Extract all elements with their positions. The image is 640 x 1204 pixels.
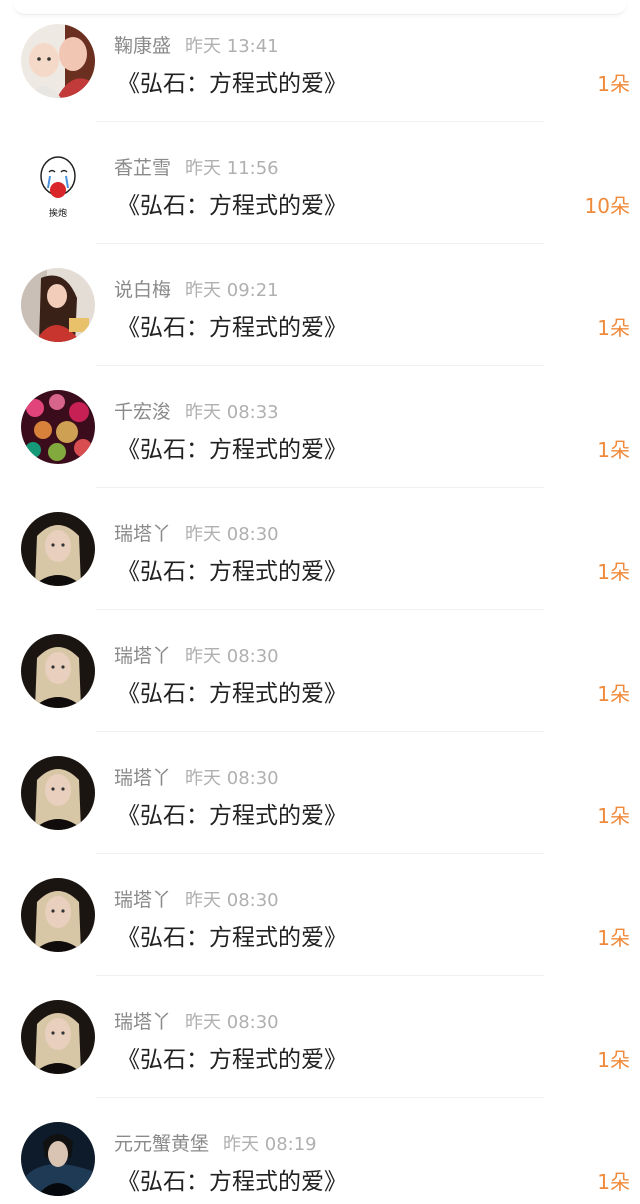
user-name[interactable]: 香芷雪 昨天 11:56 — [114, 153, 279, 180]
gift-count: 10朵 — [584, 194, 630, 218]
list-item[interactable]: 瑞塔丫 昨天 08:30 《弘石：方程式的爱》 1朵 — [0, 976, 640, 1098]
timestamp: 昨天 08:30 — [185, 890, 279, 911]
user-name-text: 瑞塔丫 — [114, 523, 172, 545]
gift-count: 1朵 — [597, 682, 630, 706]
user-name-text: 瑞塔丫 — [114, 1011, 172, 1033]
gift-title: 《弘石：方程式的爱》 — [117, 1169, 347, 1195]
list-item[interactable]: 元元蟹黄堡 昨天 08:19 《弘石：方程式的爱》 1朵 — [0, 1098, 640, 1204]
user-name[interactable]: 瑞塔丫 昨天 08:30 — [114, 641, 279, 668]
user-name-text: 鞠康盛 — [114, 35, 172, 57]
gift-record-screen: 鞠康盛 昨天 13:41 《弘石：方程式的爱》 1朵 挨炮 香芷雪 昨天 11:… — [0, 0, 640, 1204]
avatar[interactable] — [21, 1000, 95, 1074]
timestamp: 昨天 13:41 — [185, 36, 279, 57]
avatar[interactable] — [21, 390, 95, 464]
gift-title: 《弘石：方程式的爱》 — [117, 559, 347, 585]
list-item[interactable]: 挨炮 香芷雪 昨天 11:56 《弘石：方程式的爱》 10朵 — [0, 122, 640, 244]
list-item[interactable]: 鞠康盛 昨天 13:41 《弘石：方程式的爱》 1朵 — [0, 0, 640, 122]
avatar-caption: 挨炮 — [49, 207, 67, 219]
user-name[interactable]: 瑞塔丫 昨天 08:30 — [114, 885, 279, 912]
gift-count: 1朵 — [597, 1048, 630, 1072]
gift-title: 《弘石：方程式的爱》 — [117, 193, 347, 219]
gift-count: 1朵 — [597, 316, 630, 340]
list-item[interactable]: 说白梅 昨天 09:21 《弘石：方程式的爱》 1朵 — [0, 244, 640, 366]
user-name-text: 元元蟹黄堡 — [114, 1133, 210, 1155]
user-name[interactable]: 瑞塔丫 昨天 08:30 — [114, 763, 279, 790]
avatar[interactable] — [21, 512, 95, 586]
user-name-text: 香芷雪 — [114, 157, 172, 179]
avatar[interactable] — [21, 756, 95, 830]
list-item[interactable]: 瑞塔丫 昨天 08:30 《弘石：方程式的爱》 1朵 — [0, 610, 640, 732]
list-item[interactable]: 瑞塔丫 昨天 08:30 《弘石：方程式的爱》 1朵 — [0, 854, 640, 976]
avatar[interactable] — [21, 878, 95, 952]
avatar[interactable] — [21, 268, 95, 342]
user-name[interactable]: 鞠康盛 昨天 13:41 — [114, 31, 279, 58]
gift-title: 《弘石：方程式的爱》 — [117, 681, 347, 707]
user-name-text: 瑞塔丫 — [114, 645, 172, 667]
user-name-text: 说白梅 — [114, 279, 172, 301]
gift-count: 1朵 — [597, 1170, 630, 1194]
gift-title: 《弘石：方程式的爱》 — [117, 1047, 347, 1073]
timestamp: 昨天 08:30 — [185, 768, 279, 789]
gift-count: 1朵 — [597, 804, 630, 828]
user-name-text: 瑞塔丫 — [114, 889, 172, 911]
gift-title: 《弘石：方程式的爱》 — [117, 71, 347, 97]
user-name-text: 瑞塔丫 — [114, 767, 172, 789]
gift-count: 1朵 — [597, 926, 630, 950]
user-name-text: 千宏浚 — [114, 401, 172, 423]
timestamp: 昨天 09:21 — [185, 280, 279, 301]
timestamp: 昨天 08:30 — [185, 646, 279, 667]
gift-title: 《弘石：方程式的爱》 — [117, 803, 347, 829]
user-name[interactable]: 元元蟹黄堡 昨天 08:19 — [114, 1129, 317, 1156]
timestamp: 昨天 08:19 — [223, 1134, 317, 1155]
list-item[interactable]: 瑞塔丫 昨天 08:30 《弘石：方程式的爱》 1朵 — [0, 732, 640, 854]
timestamp: 昨天 08:30 — [185, 524, 279, 545]
avatar[interactable]: 挨炮 — [21, 146, 95, 220]
list-item[interactable]: 千宏浚 昨天 08:33 《弘石：方程式的爱》 1朵 — [0, 366, 640, 488]
user-name[interactable]: 瑞塔丫 昨天 08:30 — [114, 519, 279, 546]
user-name[interactable]: 瑞塔丫 昨天 08:30 — [114, 1007, 279, 1034]
gift-count: 1朵 — [597, 72, 630, 96]
gift-count: 1朵 — [597, 438, 630, 462]
timestamp: 昨天 08:33 — [185, 402, 279, 423]
timestamp: 昨天 11:56 — [185, 158, 279, 179]
avatar[interactable] — [21, 1122, 95, 1196]
timestamp: 昨天 08:30 — [185, 1012, 279, 1033]
list-item[interactable]: 瑞塔丫 昨天 08:30 《弘石：方程式的爱》 1朵 — [0, 488, 640, 610]
gift-count: 1朵 — [597, 560, 630, 584]
user-name[interactable]: 说白梅 昨天 09:21 — [114, 275, 279, 302]
avatar[interactable] — [21, 24, 95, 98]
gift-title: 《弘石：方程式的爱》 — [117, 925, 347, 951]
gift-title: 《弘石：方程式的爱》 — [117, 315, 347, 341]
avatar[interactable] — [21, 634, 95, 708]
user-name[interactable]: 千宏浚 昨天 08:33 — [114, 397, 279, 424]
gift-title: 《弘石：方程式的爱》 — [117, 437, 347, 463]
